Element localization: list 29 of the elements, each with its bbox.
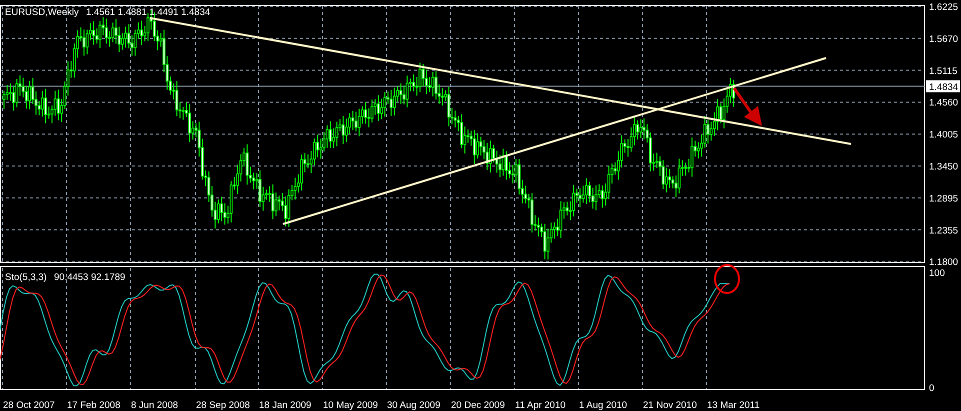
- date-label: 17 Feb 2008: [67, 400, 120, 411]
- date-label: 18 Jan 2009: [259, 400, 312, 411]
- date-label: 28 Sep 2008: [196, 400, 250, 411]
- highlight-circle: [714, 264, 740, 294]
- price-label: 1.2355: [929, 225, 958, 236]
- price-label: 1.4560: [929, 98, 958, 109]
- indicator-axis-label: 0: [929, 383, 934, 394]
- date-label: 11 Apr 2010: [515, 400, 566, 411]
- indicator-values: 90.4453 92.1789: [54, 272, 126, 283]
- price-label: 1.5670: [929, 34, 958, 45]
- current-price-label: 1.4834: [926, 80, 960, 94]
- date-label: 21 Nov 2010: [643, 400, 697, 411]
- chart-title: EURUSD,Weekly: [5, 7, 79, 18]
- date-label: 20 Dec 2009: [451, 400, 505, 411]
- date-label: 10 May 2009: [323, 400, 378, 411]
- date-label: 8 Jun 2008: [131, 400, 178, 411]
- date-label: 13 Mar 2011: [707, 400, 760, 411]
- price-label: 1.5115: [929, 66, 958, 77]
- date-label: 1 Aug 2010: [579, 400, 628, 411]
- indicator-title: Sto(5,3,3): [5, 272, 47, 283]
- price-label: 1.2895: [929, 193, 958, 204]
- price-label: 1.1800: [929, 257, 958, 268]
- date-label: 28 Oct 2007: [3, 400, 55, 411]
- price-label: 1.6225: [929, 2, 958, 13]
- indicator-axis-label: 100: [929, 268, 945, 279]
- date-label: 30 Aug 2009: [387, 400, 440, 411]
- arrow-icon: [732, 87, 762, 126]
- price-label: 1.3450: [929, 162, 958, 172]
- price-label: 1.4005: [929, 130, 958, 141]
